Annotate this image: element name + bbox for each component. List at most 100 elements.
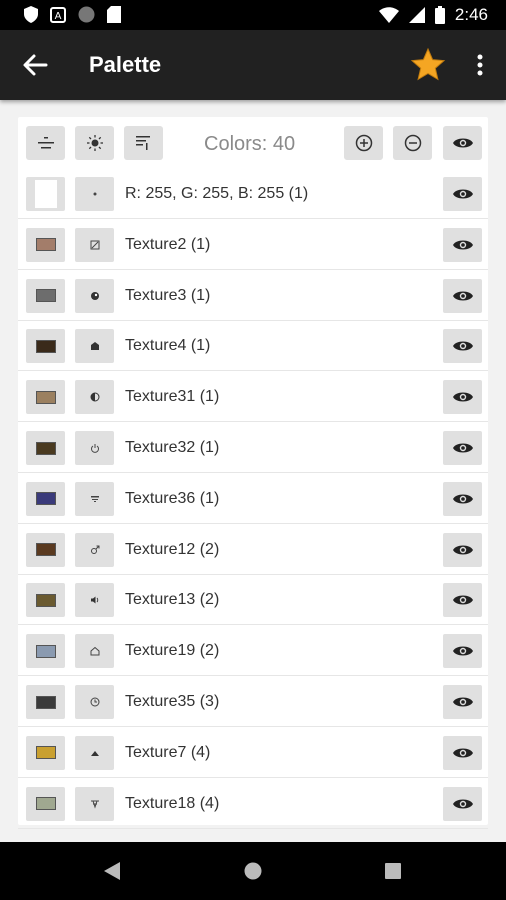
- symbol-button[interactable]: [75, 634, 114, 669]
- toggle-visibility-button[interactable]: [443, 380, 482, 415]
- texture-thumbnail: [35, 289, 56, 303]
- triangle-icon: [90, 749, 100, 757]
- nav-back-icon[interactable]: [104, 862, 120, 880]
- palette-card: Colors: 40 R: 255, G: 255, B: 255 (1) Tex…: [18, 117, 488, 829]
- color-swatch-button[interactable]: [26, 583, 65, 618]
- palette-row[interactable]: Texture7 (4): [18, 728, 488, 778]
- font-icon: A: [50, 6, 66, 23]
- eye-icon: [452, 494, 473, 504]
- symbol-button[interactable]: [75, 532, 114, 567]
- toggle-visibility-button[interactable]: [443, 329, 482, 364]
- palette-row[interactable]: Texture13 (2): [18, 575, 488, 626]
- lines-icon: [90, 494, 100, 504]
- palette-row[interactable]: Texture19 (2): [18, 626, 488, 677]
- symbol-button[interactable]: [75, 380, 114, 415]
- symbol-button[interactable]: [75, 177, 114, 211]
- align-center-icon: [37, 137, 54, 149]
- palette-row[interactable]: Texture3 (1): [18, 271, 488, 321]
- overflow-menu-button[interactable]: [468, 50, 492, 80]
- texture-thumbnail: [35, 695, 56, 709]
- toggle-visibility-button[interactable]: [443, 735, 482, 770]
- add-circle-icon: [355, 134, 372, 152]
- svg-text:A: A: [55, 11, 62, 22]
- symbol-button[interactable]: [75, 735, 114, 770]
- color-swatch-button[interactable]: [26, 177, 65, 211]
- row-label: Texture2 (1): [125, 235, 211, 253]
- palette-row[interactable]: Texture12 (2): [18, 525, 488, 575]
- arrow-left-icon: [23, 54, 48, 76]
- nav-recents-icon[interactable]: [385, 863, 401, 879]
- color-swatch-button[interactable]: [26, 227, 65, 262]
- palette-row[interactable]: R: 255, G: 255, B: 255 (1): [18, 169, 488, 219]
- zoom-in-button[interactable]: [344, 126, 383, 160]
- glyph-icon: [90, 799, 100, 809]
- palette-row[interactable]: Texture18 (4): [18, 779, 488, 829]
- row-label: Texture3 (1): [125, 286, 211, 304]
- row-label: Texture35 (3): [125, 693, 220, 710]
- palette-row[interactable]: Texture2 (1): [18, 220, 488, 270]
- color-swatch-button[interactable]: [26, 431, 65, 465]
- sd-card-icon: [107, 6, 121, 23]
- symbol-button[interactable]: [75, 583, 114, 618]
- half-circle-icon: [90, 392, 100, 402]
- symbol-button[interactable]: [75, 431, 114, 465]
- row-label: Texture13 (2): [125, 591, 220, 609]
- sort-button[interactable]: [26, 126, 65, 160]
- app-bar: Palette: [0, 30, 506, 100]
- color-swatch-button[interactable]: [26, 329, 65, 364]
- toggle-visibility-button[interactable]: [443, 177, 482, 211]
- palette-row[interactable]: Texture31 (1): [18, 372, 488, 423]
- favorite-button[interactable]: [410, 47, 446, 83]
- toggle-visibility-button[interactable]: [443, 227, 482, 262]
- male-icon: [90, 545, 100, 555]
- symbol-button[interactable]: [75, 278, 114, 313]
- texture-thumbnail: [35, 441, 56, 455]
- symbol-button[interactable]: [75, 329, 114, 364]
- row-label: Texture18 (4): [125, 794, 220, 812]
- symbol-button[interactable]: [75, 786, 114, 821]
- color-swatch-button[interactable]: [26, 532, 65, 567]
- palette-row[interactable]: Texture4 (1): [18, 321, 488, 372]
- eye-icon: [452, 646, 473, 656]
- symbol-button[interactable]: [75, 481, 114, 516]
- toggle-visibility-button[interactable]: [443, 481, 482, 516]
- color-swatch-button[interactable]: [26, 278, 65, 313]
- toggle-visibility-button[interactable]: [443, 431, 482, 465]
- texture-thumbnail: [35, 543, 56, 557]
- row-label: R: 255, G: 255, B: 255 (1): [125, 185, 309, 202]
- palette-row[interactable]: Texture32 (1): [18, 423, 488, 473]
- toggle-visibility-button[interactable]: [443, 685, 482, 719]
- row-label: Texture7 (4): [125, 743, 211, 761]
- toggle-visibility-button[interactable]: [443, 532, 482, 567]
- color-swatch-button[interactable]: [26, 786, 65, 821]
- eye-icon: [452, 392, 473, 402]
- color-swatch-button[interactable]: [26, 735, 65, 770]
- signal-icon: [408, 7, 425, 23]
- palette-row[interactable]: Texture35 (3): [18, 677, 488, 727]
- toggle-all-visibility-button[interactable]: [443, 126, 482, 160]
- color-swatch-button[interactable]: [26, 481, 65, 516]
- eye-icon: [452, 697, 473, 707]
- texture-thumbnail: [35, 339, 56, 353]
- toggle-visibility-button[interactable]: [443, 278, 482, 313]
- toggle-visibility-button[interactable]: [443, 634, 482, 669]
- filled-circle-icon: [90, 291, 100, 301]
- texture-thumbnail: [35, 492, 56, 506]
- nav-home-icon[interactable]: [244, 862, 262, 880]
- back-button[interactable]: [20, 50, 50, 80]
- zoom-out-button[interactable]: [393, 126, 432, 160]
- color-swatch-button[interactable]: [26, 685, 65, 719]
- toggle-visibility-button[interactable]: [443, 786, 482, 821]
- filter-button[interactable]: [124, 126, 163, 160]
- eye-icon: [452, 341, 473, 351]
- toggle-visibility-button[interactable]: [443, 583, 482, 618]
- symbol-button[interactable]: [75, 685, 114, 719]
- color-swatch-button[interactable]: [26, 380, 65, 415]
- row-label: Texture31 (1): [125, 388, 220, 406]
- palette-row[interactable]: Texture36 (1): [18, 474, 488, 524]
- color-swatch-button[interactable]: [26, 634, 65, 669]
- symbol-button[interactable]: [75, 227, 114, 262]
- brightness-button[interactable]: [75, 126, 114, 160]
- texture-thumbnail: [35, 644, 56, 658]
- wifi-icon: [378, 7, 399, 23]
